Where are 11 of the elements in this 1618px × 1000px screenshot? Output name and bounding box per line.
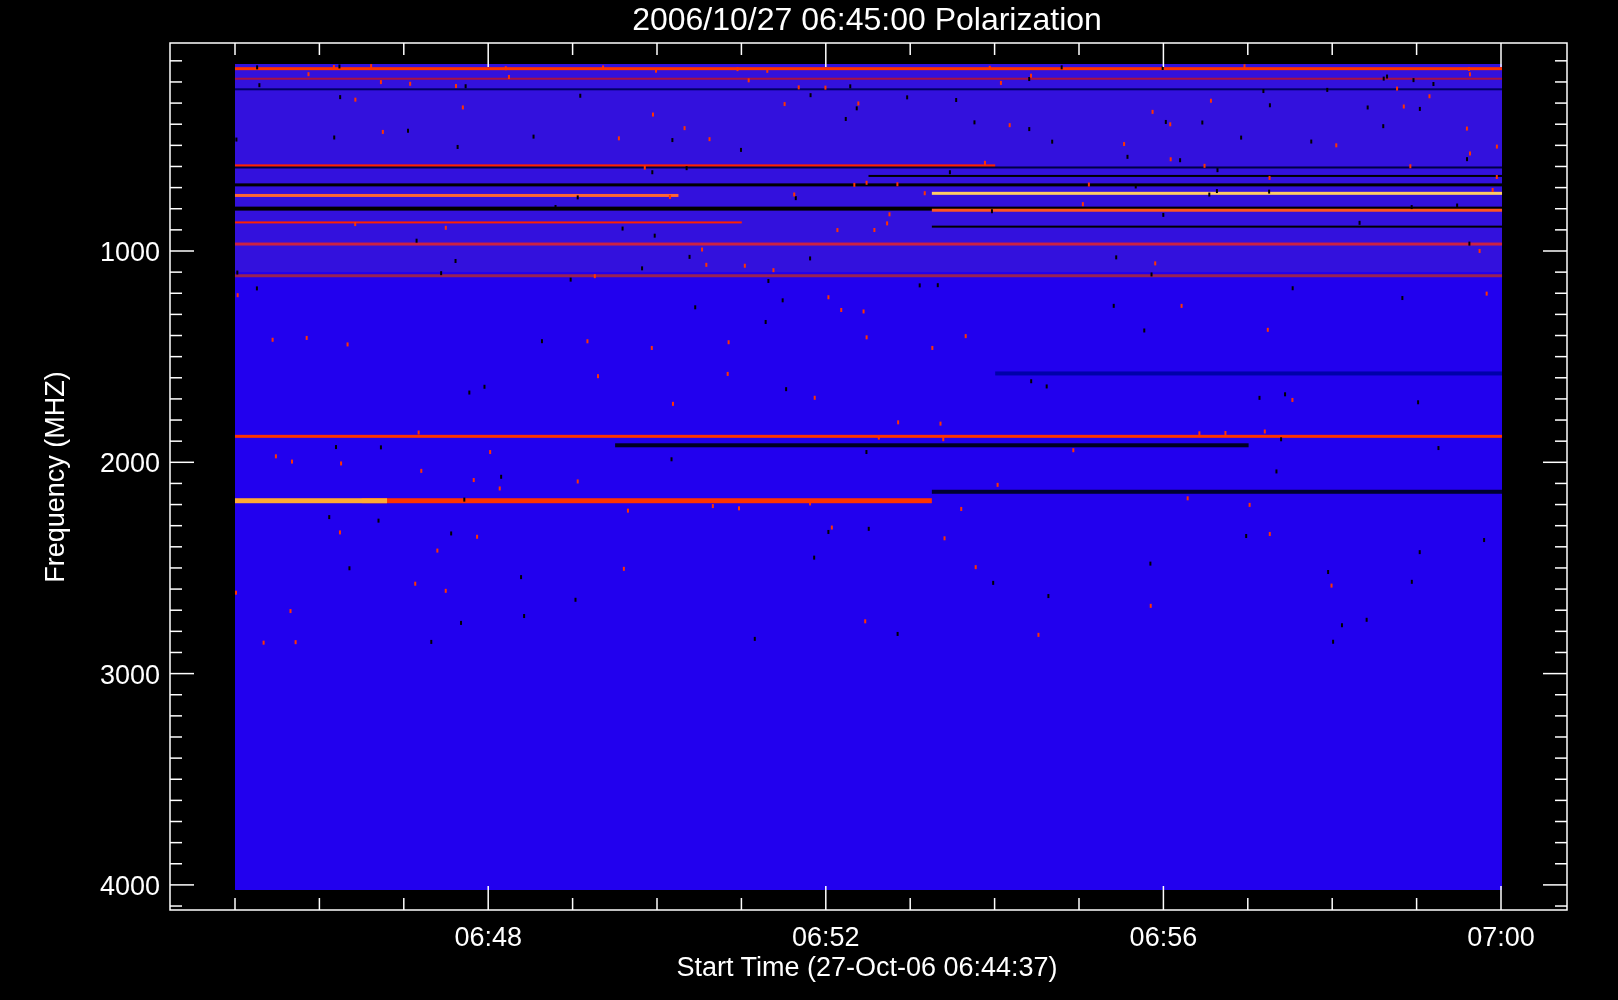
- plot-title: 2006/10/27 06:45:00 Polarization: [632, 1, 1102, 37]
- x-tick-label: 06:48: [454, 922, 522, 952]
- y-tick-label: 4000: [99, 870, 160, 901]
- x-tick-label: 07:00: [1467, 922, 1535, 952]
- y-tick-label: 1000: [99, 237, 160, 267]
- x-axis-label: Start Time (27-Oct-06 06:44:37): [676, 952, 1058, 982]
- y-tick-label: 2000: [99, 448, 160, 479]
- y-tick-label: 3000: [99, 659, 160, 690]
- x-tick-label: 06:56: [1129, 922, 1198, 952]
- y-axis-label: Frequency (MHZ): [40, 371, 70, 583]
- x-tick-label: 06:52: [792, 922, 860, 952]
